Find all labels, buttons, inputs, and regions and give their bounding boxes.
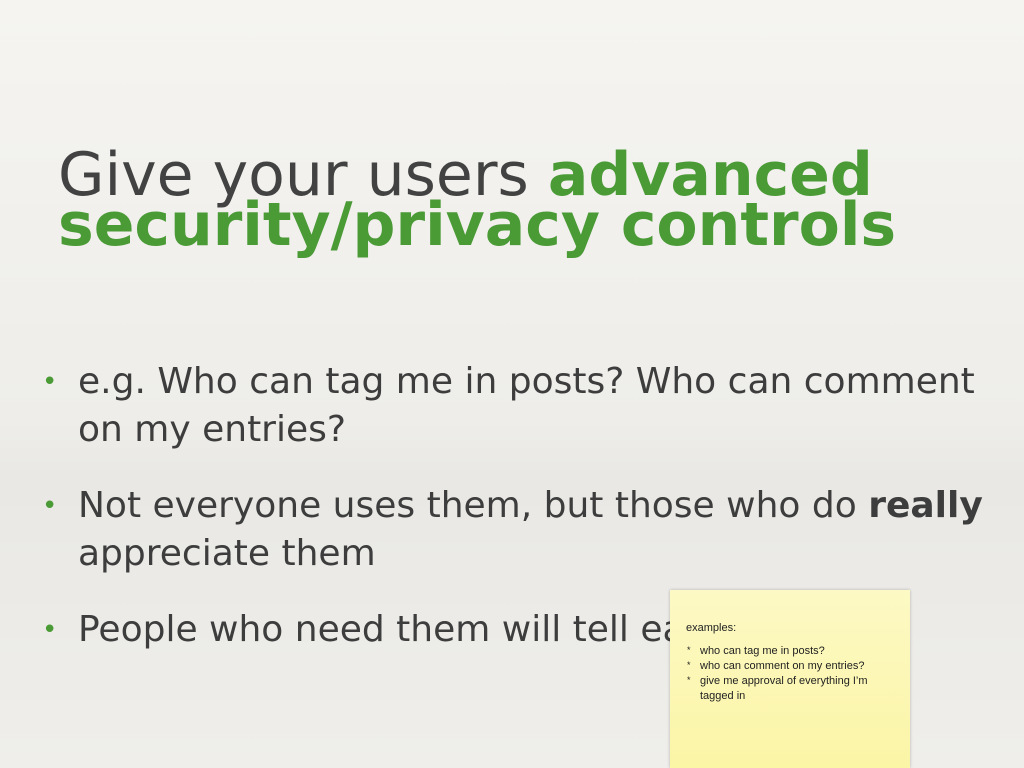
bullet-text: e.g. Who can tag me in posts? Who can co… bbox=[78, 361, 975, 450]
bullet-dot-icon: • bbox=[42, 491, 58, 521]
slide: Give your users advanced security/privac… bbox=[0, 0, 1024, 768]
note-list: * who can tag me in posts? * who can comme… bbox=[686, 644, 894, 704]
slide-title: Give your users advanced security/privac… bbox=[58, 145, 998, 255]
note-item: * who can tag me in posts? bbox=[686, 644, 894, 659]
bullet-item: • Not everyone uses them, but those who … bbox=[40, 482, 1000, 578]
note-item: * give me approval of everything I’m tagg… bbox=[686, 674, 894, 704]
bullet-dot-icon: • bbox=[42, 615, 58, 645]
asterisk-icon: * bbox=[687, 660, 691, 670]
bullet-text-bold: really bbox=[868, 485, 983, 526]
note-item-text: who can comment on my entries? bbox=[700, 660, 865, 672]
bullet-text-before: Not everyone uses them, but those who do bbox=[78, 485, 869, 526]
note-item-text: who can tag me in posts? bbox=[700, 645, 825, 657]
sticky-note[interactable]: examples: * who can tag me in posts? * who… bbox=[670, 590, 910, 768]
note-item: * who can comment on my entries? bbox=[686, 659, 894, 674]
note-heading: examples: bbox=[686, 622, 737, 634]
bullet-text-after: appreciate them bbox=[78, 533, 376, 574]
asterisk-icon: * bbox=[687, 645, 691, 655]
bullet-item: • e.g. Who can tag me in posts? Who can … bbox=[40, 358, 1000, 454]
note-item-text: give me approval of everything I’m tagge… bbox=[700, 675, 868, 702]
asterisk-icon: * bbox=[687, 675, 691, 685]
bullet-dot-icon: • bbox=[42, 367, 58, 397]
